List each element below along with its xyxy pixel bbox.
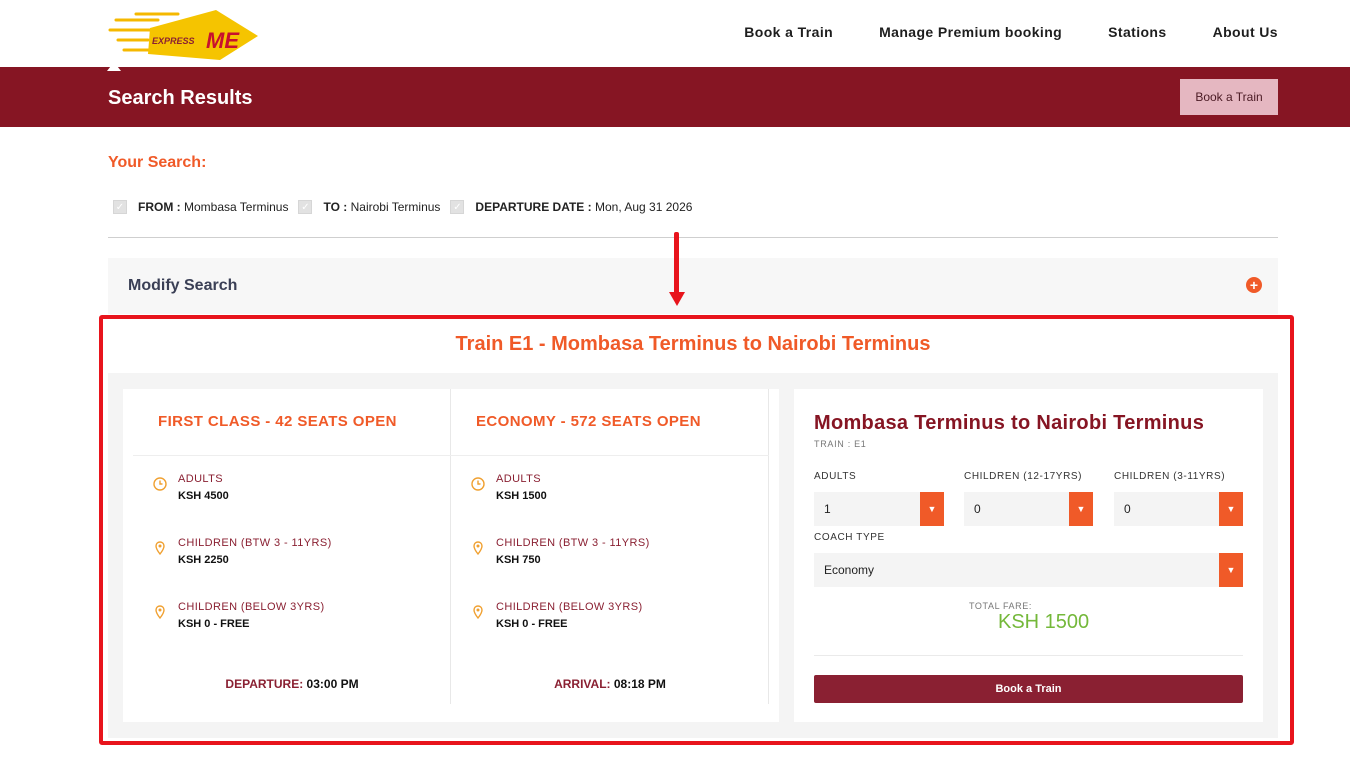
plus-circle-icon[interactable]: +	[1246, 277, 1262, 293]
page-title: Search Results	[108, 87, 253, 109]
from-label: FROM :	[138, 200, 181, 214]
logo-main-text: ME	[206, 28, 240, 53]
departure-date-value: Mon, Aug 31 2026	[595, 200, 693, 214]
to-label: TO :	[323, 200, 348, 214]
active-nav-notch	[107, 62, 121, 71]
to-value: Nairobi Terminus	[350, 200, 441, 214]
page-banner: Search Results Book a Train	[0, 67, 1350, 127]
departure-date-label: DEPARTURE DATE :	[475, 200, 592, 214]
annotation-arrow-head	[669, 292, 685, 306]
logo-prefix-text: EXPRESS	[152, 36, 195, 46]
your-search-heading: Your Search:	[108, 154, 207, 171]
checkbox-icon: ✓	[298, 200, 313, 214]
section-divider	[108, 237, 1278, 238]
annotation-arrow-shaft	[674, 232, 679, 294]
from-value: Mombasa Terminus	[184, 200, 289, 214]
modify-search-panel[interactable]: Modify Search +	[108, 258, 1278, 314]
top-navigation: EXPRESS ME Book a Train Manage Premium b…	[0, 0, 1350, 67]
modify-search-label: Modify Search	[128, 277, 238, 294]
nav-about-us[interactable]: About Us	[1213, 24, 1278, 40]
search-criteria: ✓ FROM : Mombasa Terminus ✓ TO : Nairobi…	[113, 200, 702, 214]
checkbox-icon: ✓	[113, 200, 127, 214]
main-nav: Book a Train Manage Premium booking Stat…	[744, 24, 1278, 40]
banner-book-train-button[interactable]: Book a Train	[1180, 79, 1278, 115]
checkbox-icon: ✓	[450, 200, 465, 214]
nav-manage-premium-booking[interactable]: Manage Premium booking	[879, 24, 1062, 40]
nav-book-a-train[interactable]: Book a Train	[744, 24, 833, 40]
nav-stations[interactable]: Stations	[1108, 24, 1166, 40]
express-me-logo[interactable]: EXPRESS ME	[108, 6, 260, 64]
annotation-highlight-box	[99, 315, 1294, 745]
